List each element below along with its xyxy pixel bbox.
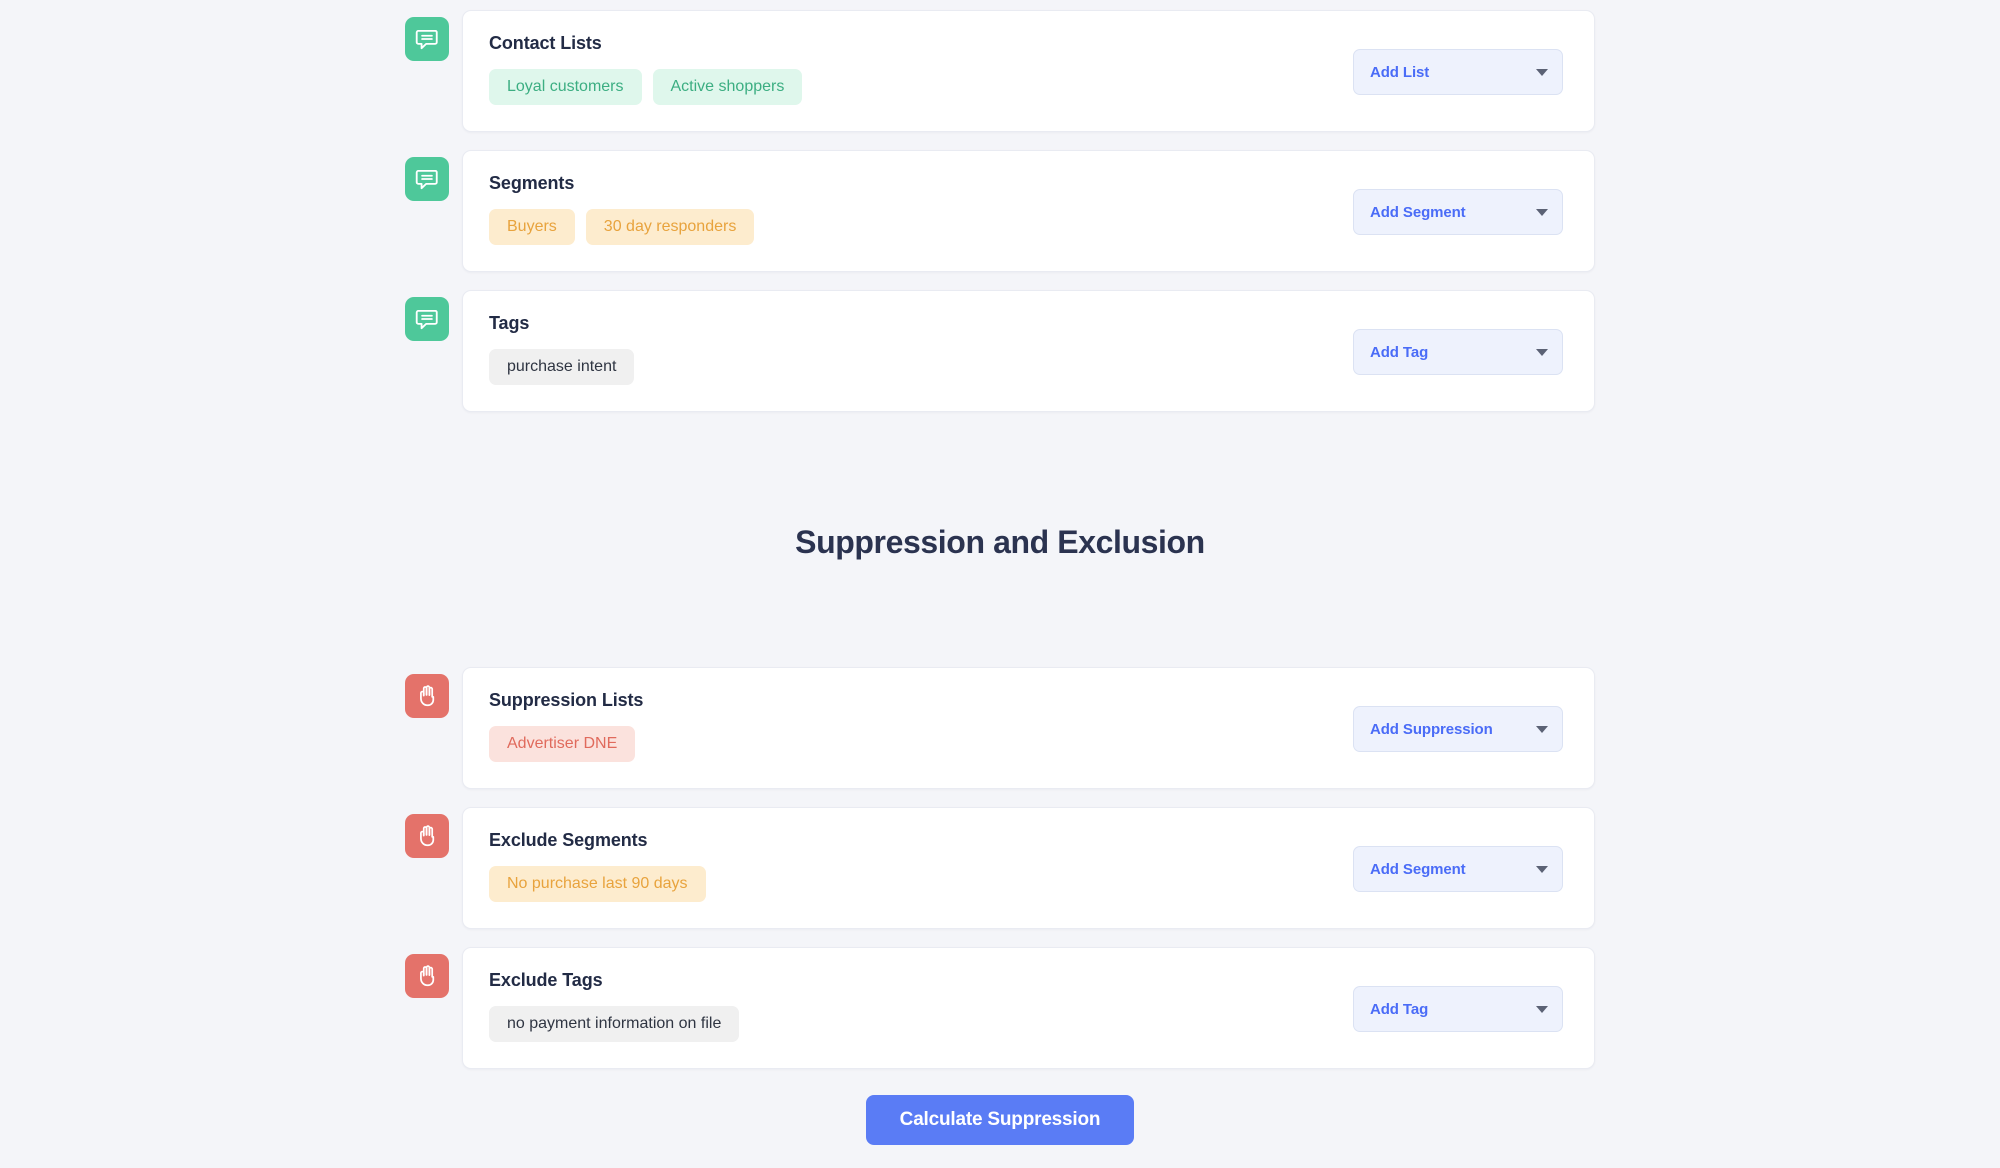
chip-item[interactable]: Advertiser DNE (489, 726, 635, 762)
stop-hand-icon-tile (405, 814, 449, 858)
dropdown-label: Add Segment (1370, 861, 1466, 878)
chip-item[interactable]: Buyers (489, 209, 575, 245)
criteria-row: Segments Buyers 30 day responders Add Segme… (405, 150, 1595, 272)
stop-hand-icon (414, 963, 440, 989)
criteria-card-title: Tags (489, 313, 1353, 334)
dropdown-label: Add List (1370, 64, 1429, 81)
criteria-row: Exclude Tags no payment information on fi… (405, 947, 1595, 1069)
chip-item[interactable]: purchase intent (489, 349, 634, 385)
chip-list: Loyal customers Active shoppers (489, 69, 1353, 105)
criteria-card: Tags purchase intent Add Tag (462, 290, 1595, 412)
chip-list: No purchase last 90 days (489, 866, 1353, 902)
criteria-card-body: Exclude Segments No purchase last 90 days (489, 830, 1353, 902)
dropdown-label: Add Tag (1370, 1001, 1428, 1018)
chip-item[interactable]: No purchase last 90 days (489, 866, 706, 902)
add-add-suppression-dropdown[interactable]: Add Suppression (1353, 706, 1563, 752)
stop-hand-icon-tile (405, 954, 449, 998)
audience-section: Contact Lists Loyal customers Active shopp… (405, 10, 1595, 412)
chip-list: Buyers 30 day responders (489, 209, 1353, 245)
stop-hand-icon-tile (405, 674, 449, 718)
message-square-icon-tile (405, 157, 449, 201)
heading-spacer (0, 561, 2000, 667)
add-add-segment-dropdown[interactable]: Add Segment (1353, 189, 1563, 235)
footer-actions: Calculate Suppression (0, 1095, 2000, 1145)
criteria-row: Exclude Segments No purchase last 90 days… (405, 807, 1595, 929)
chevron-down-icon (1536, 209, 1548, 216)
criteria-card: Suppression Lists Advertiser DNE Add Suppr… (462, 667, 1595, 789)
message-square-icon (414, 26, 440, 52)
criteria-card-title: Exclude Segments (489, 830, 1353, 851)
chevron-down-icon (1536, 726, 1548, 733)
criteria-row: Contact Lists Loyal customers Active shopp… (405, 10, 1595, 132)
criteria-card-title: Contact Lists (489, 33, 1353, 54)
dropdown-label: Add Suppression (1370, 721, 1493, 738)
audience-builder-page: Contact Lists Loyal customers Active shopp… (0, 0, 2000, 1168)
criteria-card-title: Exclude Tags (489, 970, 1353, 991)
criteria-card-title: Segments (489, 173, 1353, 194)
criteria-row: Suppression Lists Advertiser DNE Add Suppr… (405, 667, 1595, 789)
dropdown-label: Add Tag (1370, 344, 1428, 361)
message-square-icon (414, 306, 440, 332)
chevron-down-icon (1536, 1006, 1548, 1013)
message-square-icon-tile (405, 17, 449, 61)
chevron-down-icon (1536, 349, 1548, 356)
add-add-segment-dropdown[interactable]: Add Segment (1353, 846, 1563, 892)
chevron-down-icon (1536, 866, 1548, 873)
add-add-tag-dropdown[interactable]: Add Tag (1353, 329, 1563, 375)
chip-item[interactable]: Active shoppers (653, 69, 803, 105)
criteria-card-body: Suppression Lists Advertiser DNE (489, 690, 1353, 762)
criteria-card-body: Segments Buyers 30 day responders (489, 173, 1353, 245)
criteria-card: Segments Buyers 30 day responders Add Segme… (462, 150, 1595, 272)
criteria-card-body: Contact Lists Loyal customers Active shopp… (489, 33, 1353, 105)
stop-hand-icon (414, 823, 440, 849)
criteria-row: Tags purchase intent Add Tag (405, 290, 1595, 412)
suppression-section: Suppression Lists Advertiser DNE Add Suppr… (405, 667, 1595, 1069)
chip-item[interactable]: 30 day responders (586, 209, 755, 245)
chevron-down-icon (1536, 69, 1548, 76)
stop-hand-icon (414, 683, 440, 709)
page-section-heading: Suppression and Exclusion (0, 524, 2000, 561)
criteria-card: Contact Lists Loyal customers Active shopp… (462, 10, 1595, 132)
chip-item[interactable]: Loyal customers (489, 69, 642, 105)
dropdown-label: Add Segment (1370, 204, 1466, 221)
message-square-icon (414, 166, 440, 192)
chip-list: purchase intent (489, 349, 1353, 385)
chip-list: Advertiser DNE (489, 726, 1353, 762)
message-square-icon-tile (405, 297, 449, 341)
criteria-card-title: Suppression Lists (489, 690, 1353, 711)
criteria-card-body: Exclude Tags no payment information on fi… (489, 970, 1353, 1042)
chip-item[interactable]: no payment information on file (489, 1006, 739, 1042)
criteria-card-body: Tags purchase intent (489, 313, 1353, 385)
calculate-suppression-button[interactable]: Calculate Suppression (866, 1095, 1135, 1145)
criteria-card: Exclude Segments No purchase last 90 days… (462, 807, 1595, 929)
criteria-card: Exclude Tags no payment information on fi… (462, 947, 1595, 1069)
add-add-list-dropdown[interactable]: Add List (1353, 49, 1563, 95)
add-add-tag-dropdown[interactable]: Add Tag (1353, 986, 1563, 1032)
chip-list: no payment information on file (489, 1006, 1353, 1042)
